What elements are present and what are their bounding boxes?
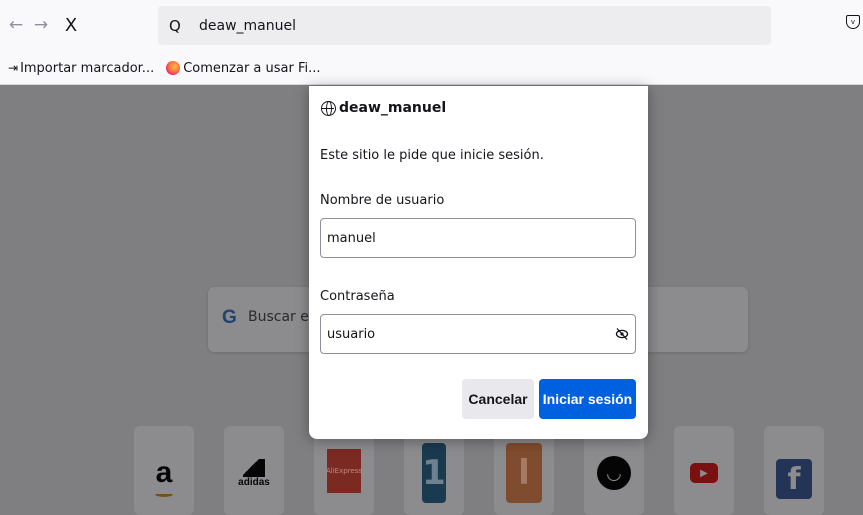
orange-text: l	[518, 453, 530, 493]
import-icon: ⇥	[8, 61, 19, 75]
tile-aliexpress[interactable]: AliExpress	[314, 426, 374, 515]
aliexpress-text: AliExpress	[326, 467, 363, 475]
facebook-logo-icon: f	[776, 459, 812, 499]
globe-icon	[321, 100, 336, 116]
tile-github[interactable]: ◡	[584, 426, 644, 515]
forward-arrow-icon[interactable]: →	[31, 12, 51, 38]
username-field[interactable]: manuel	[320, 218, 636, 258]
tile-orange[interactable]: l	[494, 426, 554, 515]
search-placeholder: Buscar en	[248, 309, 318, 325]
amazon-logo-icon: a	[143, 443, 185, 503]
address-bar[interactable]: Q deaw_manuel	[158, 6, 771, 45]
reveal-password-icon[interactable]	[615, 327, 629, 341]
aliexpress-logo-icon: AliExpress	[326, 449, 363, 493]
bookmark-label: Importar marcador...	[20, 60, 155, 76]
bookmark-getting-started[interactable]: Comenzar a usar Fi...	[166, 60, 321, 76]
sign-in-button[interactable]: Iniciar sesión	[539, 379, 636, 419]
amazon-letter: a	[155, 456, 173, 489]
github-logo-icon: ◡	[597, 456, 631, 490]
back-arrow-icon[interactable]: ←	[6, 12, 26, 38]
password-field[interactable]: usuario	[320, 314, 636, 354]
one-logo-icon: 1	[422, 443, 446, 503]
dialog-message: Este sitio le pide que inicie sesión.	[320, 148, 544, 163]
password-value: usuario	[327, 326, 376, 342]
browser-toolbar: ← → X Q deaw_manuel v	[0, 0, 863, 52]
url-text[interactable]: deaw_manuel	[199, 18, 296, 34]
login-dialog: deaw_manuel Este sitio le pide que inici…	[309, 86, 648, 439]
orange-logo-icon: l	[506, 443, 542, 503]
password-label: Contraseña	[320, 289, 395, 304]
bookmark-import[interactable]: ⇥ Importar marcador...	[8, 61, 154, 76]
stop-loading-button[interactable]: X	[60, 12, 82, 38]
cancel-button[interactable]: Cancelar	[462, 379, 534, 419]
username-label: Nombre de usuario	[320, 193, 445, 208]
dialog-title: deaw_manuel	[321, 100, 446, 116]
youtube-logo-icon: ▶	[690, 463, 718, 483]
top-sites: a adidas AliExpress 1 l ◡ ▶ f	[0, 426, 863, 515]
tile-amazon[interactable]: a	[134, 426, 194, 515]
adidas-text: adidas	[238, 476, 270, 488]
google-icon: G	[222, 307, 237, 328]
bookmark-label: Comenzar a usar Fi...	[183, 60, 321, 76]
tile-one[interactable]: 1	[404, 426, 464, 515]
username-value: manuel	[327, 230, 376, 246]
firefox-icon	[166, 61, 181, 75]
one-text: 1	[422, 453, 446, 493]
adidas-logo-icon: adidas	[233, 443, 275, 503]
bookmarks-bar: ⇥ Importar marcador... Comenzar a usar F…	[0, 52, 863, 85]
pocket-icon[interactable]: v	[846, 15, 860, 29]
amazon-smile-icon	[155, 491, 173, 497]
adidas-stripes-icon	[243, 458, 265, 477]
dialog-title-text: deaw_manuel	[339, 100, 447, 116]
tile-facebook[interactable]: f	[764, 426, 824, 515]
youtube-play: ▶	[700, 467, 708, 479]
tile-youtube[interactable]: ▶	[674, 426, 734, 515]
tile-adidas[interactable]: adidas	[224, 426, 284, 515]
facebook-letter: f	[787, 461, 801, 497]
search-icon: Q	[169, 16, 181, 35]
